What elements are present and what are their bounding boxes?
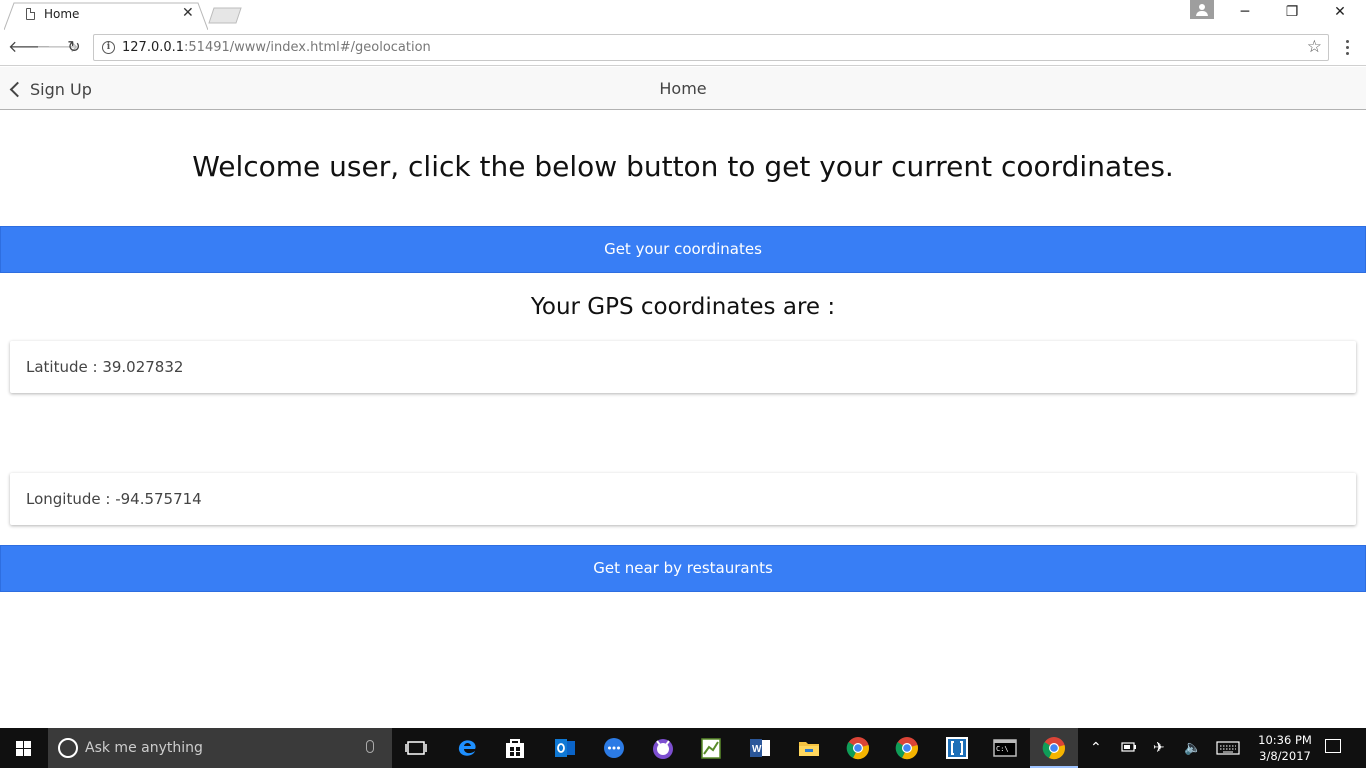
airplane-mode-icon[interactable]: ✈ xyxy=(1153,740,1165,756)
browser-menu-icon[interactable] xyxy=(1340,37,1356,57)
messaging-icon[interactable] xyxy=(602,736,626,760)
chrome-icon[interactable] xyxy=(846,736,870,760)
outlook-icon[interactable] xyxy=(553,736,577,760)
visual-studio-icon[interactable] xyxy=(651,736,675,760)
taskbar-clock[interactable]: 10:36 PM 3/8/2017 xyxy=(1250,732,1320,764)
url-host: 127.0.0.1 xyxy=(122,40,185,55)
latitude-card: Latitude : 39.027832 xyxy=(10,341,1356,393)
get-restaurants-button[interactable]: Get near by restaurants xyxy=(0,545,1366,592)
command-prompt-icon[interactable]: C:\ xyxy=(993,736,1017,760)
reload-icon[interactable]: ↻ xyxy=(64,37,84,57)
back-arrow-icon[interactable]: 🡐 xyxy=(8,37,51,57)
task-view-icon[interactable] xyxy=(404,736,428,760)
edge-icon[interactable] xyxy=(455,736,479,760)
volume-icon[interactable]: 🔈 xyxy=(1184,740,1201,756)
app-header: Sign Up Home xyxy=(0,67,1366,110)
profile-icon[interactable] xyxy=(1190,0,1214,19)
bracket-app-icon[interactable] xyxy=(945,736,969,760)
chrome-icon-2[interactable] xyxy=(895,736,919,760)
bookmark-star-icon[interactable]: ☆ xyxy=(1307,37,1322,57)
gps-heading: Your GPS coordinates are : xyxy=(530,294,836,320)
battery-icon[interactable] xyxy=(1121,741,1137,753)
browser-tabstrip: Home ✕ ─ ❐ ✕ xyxy=(0,0,1366,30)
chart-app-icon[interactable] xyxy=(699,736,723,760)
forward-arrow-icon[interactable]: 🡒 xyxy=(36,37,79,57)
taskbar-active-chrome[interactable] xyxy=(1030,728,1078,768)
tab-close-icon[interactable]: ✕ xyxy=(182,5,194,21)
windows-logo-icon xyxy=(16,741,32,757)
taskbar-search-placeholder: Ask me anything xyxy=(85,740,203,756)
clock-date: 3/8/2017 xyxy=(1259,749,1311,763)
taskbar-search-box[interactable]: Ask me anything xyxy=(48,728,392,768)
restore-icon[interactable]: ❐ xyxy=(1282,4,1302,20)
page-icon xyxy=(26,8,35,20)
address-bar[interactable]: i 127.0.0.1:51491/www/index.html#/geoloc… xyxy=(93,34,1329,61)
start-button[interactable] xyxy=(0,728,48,768)
svg-text:W: W xyxy=(752,744,762,755)
file-explorer-icon[interactable] xyxy=(797,736,821,760)
keyboard-icon[interactable] xyxy=(1216,741,1240,755)
welcome-heading: Welcome user, click the below button to … xyxy=(192,150,1174,183)
close-window-icon[interactable]: ✕ xyxy=(1330,4,1350,20)
browser-toolbar: 🡐 🡒 ↻ i 127.0.0.1:51491/www/index.html#/… xyxy=(0,30,1366,66)
info-icon[interactable]: i xyxy=(102,41,115,54)
cortana-icon xyxy=(58,738,78,758)
get-coordinates-button[interactable]: Get your coordinates xyxy=(0,226,1366,273)
svg-text:C:\: C:\ xyxy=(996,745,1009,753)
minimize-icon[interactable]: ─ xyxy=(1235,4,1255,20)
chrome-active-icon xyxy=(1042,737,1065,760)
clock-time: 10:36 PM xyxy=(1258,733,1312,747)
tab-title: Home xyxy=(44,7,80,21)
word-icon[interactable]: W xyxy=(748,736,772,760)
longitude-card: Longitude : -94.575714 xyxy=(10,473,1356,525)
action-center-icon[interactable] xyxy=(1325,739,1341,753)
taskbar: Ask me anything W C:\ ⌃ ✈ 🔈 10:36 PM 3/8… xyxy=(0,728,1366,768)
url-path: :51491/www/index.html#/geolocation xyxy=(184,40,431,55)
tray-chevron-up-icon[interactable]: ⌃ xyxy=(1090,740,1102,756)
new-tab-button[interactable] xyxy=(208,7,242,24)
store-icon[interactable] xyxy=(503,736,527,760)
url-text[interactable]: 127.0.0.1:51491/www/index.html#/geolocat… xyxy=(122,40,431,55)
page-title: Home xyxy=(659,79,707,98)
microphone-icon[interactable] xyxy=(366,740,374,753)
